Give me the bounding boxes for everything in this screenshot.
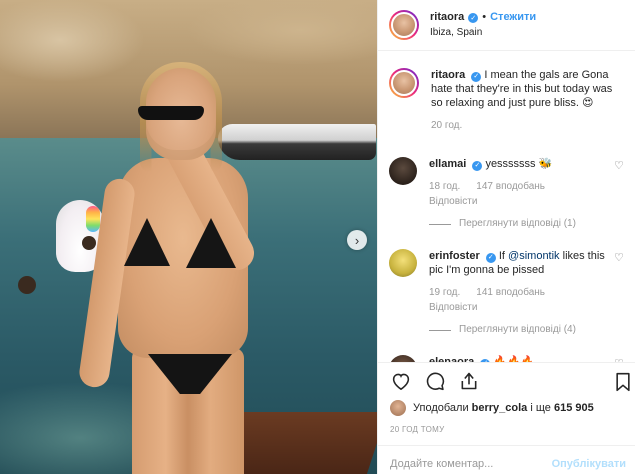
person-figure — [77, 62, 338, 474]
view-replies-label: Переглянути відповіді (4) — [459, 324, 576, 335]
verified-icon: ✓ — [472, 160, 483, 171]
likes-middle: і ще — [530, 402, 551, 414]
caption-username[interactable]: ritaora — [431, 69, 465, 81]
comment-time[interactable]: 19 год. — [429, 286, 460, 300]
likes-user[interactable]: berry_cola — [472, 402, 528, 414]
avatar[interactable] — [389, 249, 417, 277]
comment-icon[interactable] — [424, 370, 446, 392]
view-replies-button[interactable]: Переглянути відповіді (4) — [429, 323, 619, 337]
comment-likes[interactable]: 141 вподобань — [476, 286, 545, 300]
comment-text: yesssssss — [485, 158, 536, 170]
publish-button[interactable]: Опублікувати — [552, 458, 626, 470]
comment-input[interactable] — [390, 457, 550, 470]
next-arrow-icon[interactable]: › — [347, 230, 367, 250]
swimmer — [18, 276, 36, 294]
verified-icon: ✓ — [471, 71, 482, 82]
verified-icon: ✓ — [485, 252, 496, 263]
add-comment-bar: Опублікувати — [378, 445, 635, 474]
reply-button[interactable]: Відповісти — [429, 301, 477, 315]
likes-count[interactable]: 615 905 — [554, 402, 594, 414]
heart-icon[interactable]: ♡ — [614, 161, 624, 172]
list-item: elenaora ✓ 🔥🔥🔥 ♡ — [389, 355, 624, 362]
comment-time[interactable]: 18 год. — [429, 180, 460, 194]
comment-text-start: If — [498, 250, 509, 262]
likes-prefix: Уподобали — [413, 402, 469, 414]
caption-time[interactable]: 20 год. — [431, 119, 462, 133]
list-item: erinfoster ✓ If @simontik likes this pic… — [389, 249, 624, 337]
comments-list[interactable]: ritaora ✓ I mean the gals are Gona hate … — [378, 52, 635, 362]
post-location[interactable]: Ibiza, Spain — [430, 27, 536, 39]
post-footer: Уподобали berry_cola і ще 615 905 20 ГОД… — [378, 362, 635, 474]
bookmark-icon[interactable] — [612, 371, 634, 393]
comment-username[interactable]: ellamai — [429, 158, 466, 170]
avatar[interactable] — [389, 355, 417, 362]
comment-emoji: 🔥🔥🔥 — [493, 355, 535, 362]
verified-icon: ✓ — [468, 13, 479, 23]
list-item: ellamai ✓ yesssssss 🐝 18 год. 147 вподоб… — [389, 157, 624, 231]
post-timestamp[interactable]: 20 ГОД ТОМУ — [378, 425, 635, 445]
follow-button[interactable]: Стежити — [490, 11, 536, 24]
heart-icon[interactable]: ♡ — [614, 253, 624, 264]
post-username[interactable]: ritaora — [430, 11, 464, 24]
avatar[interactable] — [389, 10, 419, 40]
likes-line[interactable]: Уподобали berry_cola і ще 615 905 — [378, 399, 635, 417]
heart-icon[interactable] — [390, 370, 412, 392]
post-side-panel: ritaora ✓ • Стежити Ibiza, Spain ritaora… — [377, 0, 635, 474]
comment-mention[interactable]: @simontik — [508, 250, 560, 262]
comment-emoji: 🐝 — [538, 157, 553, 170]
reply-button[interactable]: Відповісти — [429, 195, 477, 209]
view-replies-button[interactable]: Переглянути відповіді (1) — [429, 217, 619, 231]
avatar[interactable] — [389, 157, 417, 185]
caption: ritaora ✓ I mean the gals are Gona hate … — [389, 68, 624, 133]
view-replies-label: Переглянути відповіді (1) — [459, 218, 576, 229]
avatar — [390, 400, 406, 416]
post-header: ritaora ✓ • Стежити Ibiza, Spain — [378, 0, 635, 51]
action-bar — [378, 363, 635, 399]
comment-username[interactable]: erinfoster — [429, 250, 480, 262]
post-photo[interactable]: › — [0, 0, 377, 474]
caption-emoji: 😍 — [582, 96, 594, 109]
share-icon[interactable] — [458, 370, 480, 392]
comment-likes[interactable]: 147 вподобань — [476, 180, 545, 194]
avatar[interactable] — [389, 68, 419, 98]
separator-dot: • — [482, 11, 487, 24]
